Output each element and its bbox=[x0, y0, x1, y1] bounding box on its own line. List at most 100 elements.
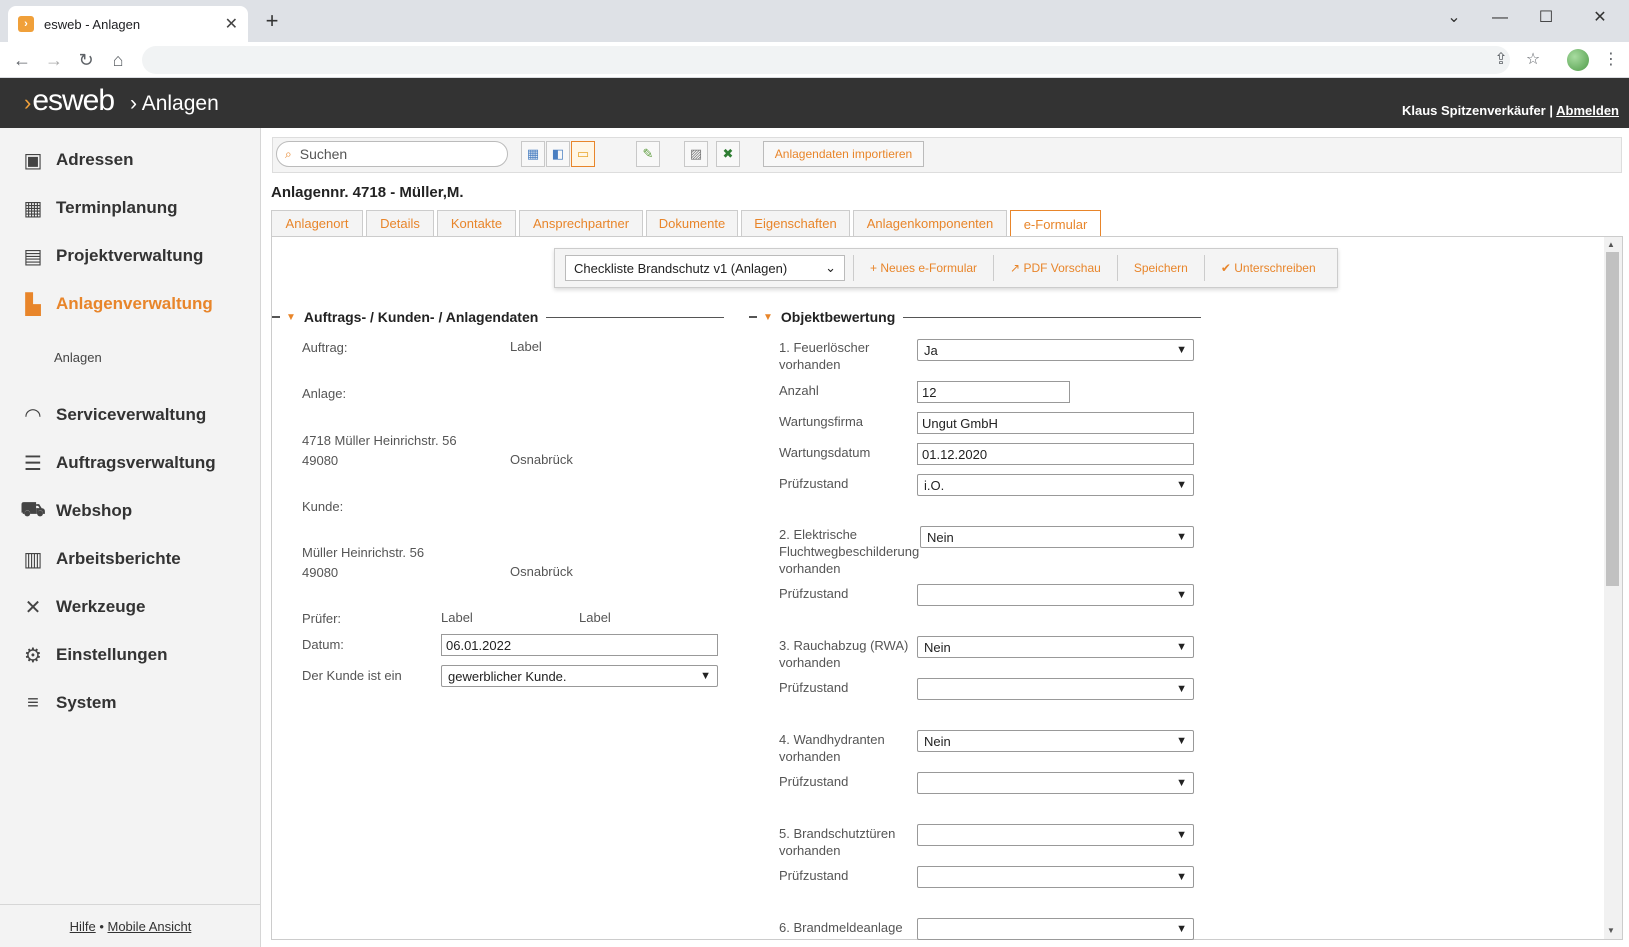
pruefzustand-label-2: Prüfzustand bbox=[779, 586, 849, 601]
tab-details[interactable]: Details bbox=[366, 210, 434, 236]
tab-e-formular[interactable]: e-Formular bbox=[1010, 210, 1101, 237]
sidebar-item-terminplanung[interactable]: ▦ Terminplanung bbox=[20, 193, 178, 223]
pruefzustand-select-5[interactable]: ▼ bbox=[917, 866, 1194, 888]
address-book-icon: ▣ bbox=[23, 149, 43, 172]
q3-select[interactable]: Nein ▼ bbox=[917, 636, 1194, 658]
tools-icon: ✕ bbox=[24, 596, 42, 619]
chart-icon[interactable]: ▨ bbox=[684, 141, 708, 167]
tab-ansprechpartner[interactable]: Ansprechpartner bbox=[519, 210, 643, 236]
folder-view-icon[interactable]: ▭ bbox=[571, 141, 595, 167]
tab-close-icon[interactable]: ✕ bbox=[225, 14, 238, 34]
pruefzustand-select-3[interactable]: ▼ bbox=[917, 678, 1194, 700]
chevron-down-icon: ▼ bbox=[1176, 829, 1187, 841]
pruefzustand-select-1[interactable]: i.O. ▼ bbox=[917, 474, 1194, 496]
address-bar[interactable] bbox=[142, 46, 1510, 74]
collapse-triangle-icon: ▼ bbox=[286, 311, 296, 323]
sidebar-item-arbeitsberichte[interactable]: ▥ Arbeitsberichte bbox=[20, 544, 181, 574]
logout-link[interactable]: Abmelden bbox=[1556, 103, 1619, 118]
scrollbar-thumb[interactable] bbox=[1606, 252, 1619, 586]
new-tab-button[interactable]: + bbox=[258, 8, 286, 36]
tab-search-icon[interactable]: ⌄ bbox=[1434, 4, 1474, 32]
wartungsdatum-input[interactable]: 01.12.2020 bbox=[917, 443, 1194, 465]
share-icon[interactable]: ⇪ bbox=[1487, 46, 1515, 74]
home-icon[interactable]: ⌂ bbox=[104, 46, 132, 74]
browser-tab[interactable]: › esweb - Anlagen ✕ bbox=[8, 6, 248, 42]
list-view-icon[interactable]: ▦ bbox=[521, 141, 545, 167]
reload-icon[interactable]: ↻ bbox=[72, 46, 100, 74]
tab-anlagenkomponenten[interactable]: Anlagenkomponenten bbox=[853, 210, 1007, 236]
sidebar-item-adressen[interactable]: ▣ Adressen bbox=[20, 145, 134, 175]
wartungsdatum-label: Wartungsdatum bbox=[779, 445, 871, 460]
chevron-down-icon: ▼ bbox=[1176, 344, 1187, 356]
sidebar-subitem-anlagen[interactable]: Anlagen bbox=[54, 350, 102, 365]
kundetyp-select[interactable]: gewerblicher Kunde. ▼ bbox=[441, 665, 718, 687]
search-input[interactable]: ⌕ Suchen bbox=[276, 141, 508, 167]
q4-select[interactable]: Nein ▼ bbox=[917, 730, 1194, 752]
sidebar-item-einstellungen[interactable]: ⚙ Einstellungen bbox=[20, 640, 167, 670]
pruefzustand-select-4[interactable]: ▼ bbox=[917, 772, 1194, 794]
section-header-auftragsdaten[interactable]: ▼ Auftrags- / Kunden- / Anlagendaten bbox=[272, 308, 724, 326]
tab-anlagenort[interactable]: Anlagenort bbox=[271, 210, 363, 236]
form-select[interactable]: Checkliste Brandschutz v1 (Anlagen) ⌄ bbox=[565, 255, 845, 281]
collapse-dash-icon bbox=[272, 316, 280, 318]
anlage-label: Anlage: bbox=[302, 386, 347, 401]
user-info: Klaus Spitzenverkäufer | Abmelden bbox=[1401, 103, 1619, 118]
sidebar-item-auftragsverwaltung[interactable]: ☰ Auftragsverwaltung bbox=[20, 448, 216, 478]
bookmark-star-icon[interactable]: ☆ bbox=[1519, 46, 1547, 74]
esweb-logo[interactable]: ›esweb bbox=[24, 84, 115, 118]
wartungsfirma-input[interactable]: Ungut GmbH bbox=[917, 412, 1194, 434]
chevron-down-icon: ▼ bbox=[1176, 589, 1187, 601]
q5-select[interactable]: ▼ bbox=[917, 824, 1194, 846]
help-link[interactable]: Hilfe bbox=[70, 919, 96, 934]
split-view-icon[interactable]: ◧ bbox=[546, 141, 570, 167]
chevron-down-icon: ▼ bbox=[1176, 531, 1187, 543]
sidebar-item-anlagenverwaltung[interactable]: ▙ Anlagenverwaltung bbox=[20, 289, 213, 319]
maximize-icon[interactable]: ☐ bbox=[1526, 4, 1566, 32]
save-button[interactable]: Speichern bbox=[1116, 255, 1204, 281]
sidebar-item-werkzeuge[interactable]: ✕ Werkzeuge bbox=[20, 592, 146, 622]
sign-button[interactable]: ✔ Unterschreiben bbox=[1203, 255, 1332, 281]
q6-select[interactable]: ▼ bbox=[917, 918, 1194, 940]
pdf-preview-button[interactable]: ↗ PDF Vorschau bbox=[993, 255, 1117, 281]
breadcrumb-chevron-icon: › bbox=[130, 92, 137, 115]
sidebar-item-system[interactable]: ≡ System bbox=[20, 688, 116, 718]
sidebar-item-webshop[interactable]: ⛟ Webshop bbox=[20, 496, 132, 526]
q2-select[interactable]: Nein ▼ bbox=[920, 526, 1194, 548]
new-form-button[interactable]: + Neues e-Formular bbox=[853, 255, 993, 281]
chevron-down-icon: ▼ bbox=[1176, 871, 1187, 883]
anlage-address-line1: 4718 Müller Heinrichstr. 56 bbox=[302, 433, 457, 448]
q1-select[interactable]: Ja ▼ bbox=[917, 339, 1194, 361]
mobile-view-link[interactable]: Mobile Ansicht bbox=[108, 919, 192, 934]
sidebar-item-projektverwaltung[interactable]: ▤ Projektverwaltung bbox=[20, 241, 204, 271]
pruefzustand-label-3: Prüfzustand bbox=[779, 680, 849, 695]
chevron-down-icon: ▼ bbox=[1176, 641, 1187, 653]
anzahl-label: Anzahl bbox=[779, 383, 819, 398]
datum-input[interactable]: 06.01.2022 bbox=[441, 634, 718, 656]
forward-icon[interactable]: → bbox=[40, 46, 68, 74]
scroll-down-icon[interactable]: ▼ bbox=[1607, 926, 1615, 935]
kunde-address-line1: Müller Heinrichstr. 56 bbox=[302, 545, 425, 560]
collapse-triangle-icon: ▼ bbox=[763, 311, 773, 323]
pruefzustand-select-2[interactable]: ▼ bbox=[917, 584, 1194, 606]
tab-dokumente[interactable]: Dokumente bbox=[646, 210, 738, 236]
menu-icon[interactable]: ⋮ bbox=[1597, 46, 1625, 74]
chevron-down-icon: ▼ bbox=[1176, 777, 1187, 789]
minimize-icon[interactable]: — bbox=[1480, 4, 1520, 32]
map-icon[interactable]: ✎ bbox=[636, 141, 660, 167]
tab-eigenschaften[interactable]: Eigenschaften bbox=[741, 210, 850, 236]
profile-avatar[interactable] bbox=[1567, 49, 1589, 71]
close-window-icon[interactable]: ✕ bbox=[1580, 4, 1620, 32]
q5-label: 5. Brandschutztüren vorhanden bbox=[779, 826, 896, 858]
back-icon[interactable]: ← bbox=[8, 46, 36, 74]
scroll-up-icon[interactable]: ▲ bbox=[1607, 240, 1615, 249]
sidebar-item-serviceverwaltung[interactable]: ◠ Serviceverwaltung bbox=[20, 400, 206, 430]
import-button[interactable]: Anlagendaten importieren bbox=[763, 141, 924, 167]
list-icon: ☰ bbox=[24, 452, 42, 475]
excel-export-icon[interactable]: ✖ bbox=[716, 141, 740, 167]
checkmark-icon: ✔ bbox=[1220, 261, 1235, 275]
tab-kontakte[interactable]: Kontakte bbox=[437, 210, 516, 236]
database-icon: ≡ bbox=[27, 691, 39, 714]
auftrag-value: Label bbox=[510, 339, 542, 354]
section-header-objektbewertung[interactable]: ▼ Objektbewertung bbox=[749, 308, 1201, 326]
anzahl-input[interactable]: 12 bbox=[917, 381, 1070, 403]
